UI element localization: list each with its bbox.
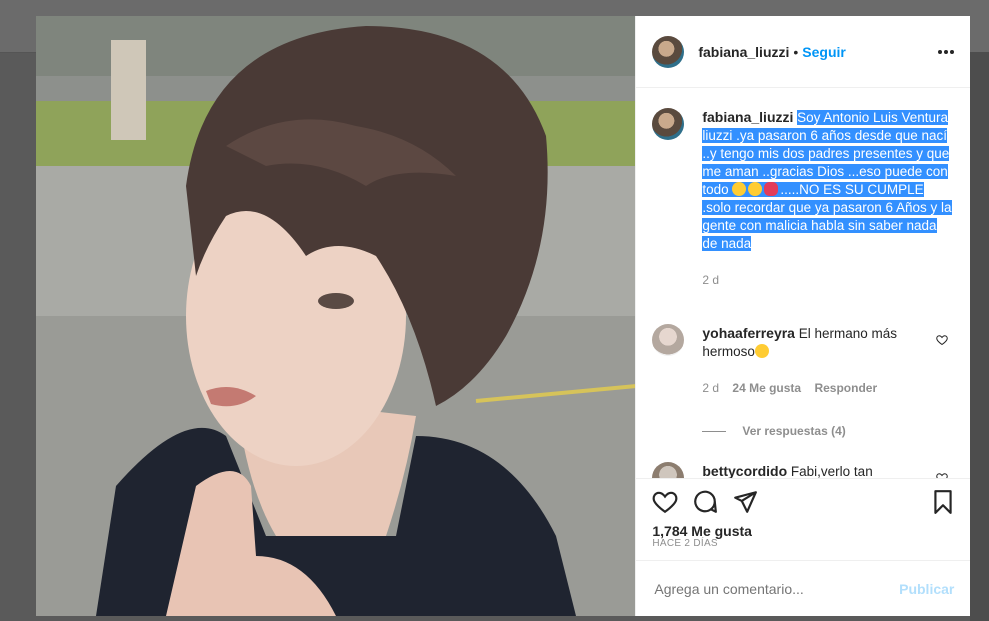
replies-line xyxy=(702,430,727,432)
heart-icon[interactable] xyxy=(652,489,678,515)
caption-time[interactable]: 2 d xyxy=(702,273,952,287)
add-comment-bar: Publicar xyxy=(636,560,971,617)
post-photo[interactable] xyxy=(36,16,636,616)
commenter-avatar[interactable] xyxy=(652,462,685,478)
publish-button[interactable]: Publicar xyxy=(899,581,954,597)
comment-item: yohaaferreyra El hermano más hermoso 2 d… xyxy=(652,324,962,395)
post-modal: fabiana_liuzzi • Seguir fabiana_liuzzi S… xyxy=(36,16,971,617)
more-icon[interactable] xyxy=(936,42,956,62)
caption-text: fabiana_liuzzi Soy Antonio Luis Ventura … xyxy=(702,108,952,253)
background-feed xyxy=(970,52,989,621)
comment-meta: 2 d 24 Me gusta Responder xyxy=(702,381,932,395)
boy-portrait-image xyxy=(36,16,636,616)
caption-avatar[interactable] xyxy=(652,108,685,140)
commenter-username[interactable]: bettycordido xyxy=(702,463,787,478)
post-time[interactable]: HACE 2 DÍAS xyxy=(652,538,718,549)
comment-likes[interactable]: 24 Me gusta xyxy=(732,381,801,395)
separator-dot: • xyxy=(793,43,799,60)
comment-body: Fabi,verlo tan xyxy=(790,464,873,478)
follow-button[interactable]: Seguir xyxy=(802,44,846,60)
view-replies[interactable]: Ver respuestas (4) xyxy=(702,424,846,438)
post-actions: 1,784 Me gusta xyxy=(636,478,971,545)
author-username[interactable]: fabiana_liuzzi xyxy=(698,44,789,60)
post-side-panel: fabiana_liuzzi • Seguir fabiana_liuzzi S… xyxy=(635,16,971,617)
bookmark-icon[interactable] xyxy=(930,489,956,515)
share-icon[interactable] xyxy=(732,489,758,515)
view-replies-label[interactable]: Ver respuestas (4) xyxy=(742,424,845,438)
author-avatar[interactable] xyxy=(652,35,685,68)
like-count[interactable]: 1,784 Me gusta xyxy=(652,523,752,539)
smiling-emoji-icon xyxy=(732,182,747,196)
comment-text: yohaaferreyra El hermano más hermoso xyxy=(702,324,932,361)
comments-list[interactable]: fabiana_liuzzi Soy Antonio Luis Ventura … xyxy=(636,88,970,478)
comment-time[interactable]: 2 d xyxy=(702,381,719,395)
caption: fabiana_liuzzi Soy Antonio Luis Ventura … xyxy=(652,108,952,287)
caption-username[interactable]: fabiana_liuzzi xyxy=(702,109,793,125)
comment-like-heart-icon[interactable] xyxy=(936,334,949,346)
comment-input[interactable] xyxy=(652,580,897,598)
star-eyes-emoji-icon xyxy=(754,344,769,358)
post-header: fabiana_liuzzi • Seguir xyxy=(636,16,971,88)
commenter-username[interactable]: yohaaferreyra xyxy=(702,325,795,341)
commenter-avatar[interactable] xyxy=(652,324,685,356)
kiss-emoji-icon xyxy=(764,182,779,196)
comment-item: bettycordido Fabi,verlo tan xyxy=(652,462,962,478)
comment-text: bettycordido Fabi,verlo tan xyxy=(702,462,932,478)
comment-icon[interactable] xyxy=(692,489,718,515)
star-eyes-emoji-icon xyxy=(748,182,763,196)
reply-button[interactable]: Responder xyxy=(814,381,877,395)
